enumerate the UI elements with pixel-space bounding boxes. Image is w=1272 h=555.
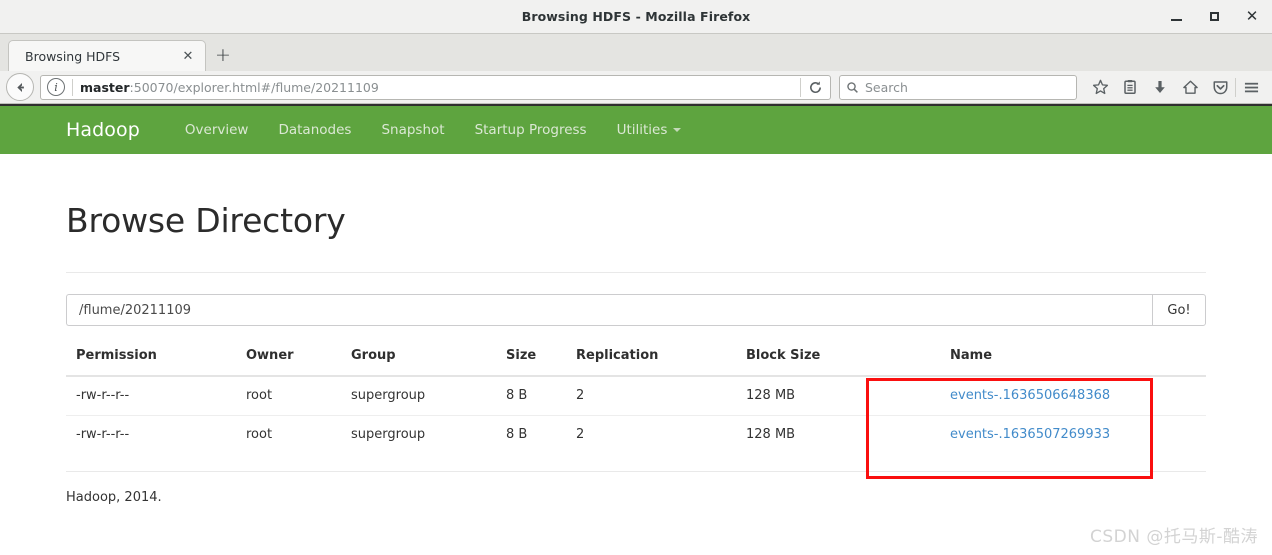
reload-button[interactable]	[802, 75, 828, 100]
header-name: Name	[904, 348, 1206, 377]
bookmark-star-icon[interactable]	[1085, 74, 1115, 100]
cell-block-size: 128 MB	[746, 376, 904, 416]
nav-item-overview[interactable]: Overview	[170, 122, 264, 138]
search-input[interactable]: Search	[865, 80, 908, 95]
page-info-icon[interactable]: i	[47, 78, 65, 96]
file-link[interactable]: events-.1636507269933	[950, 427, 1110, 442]
url-path: :50070/explorer.html#/flume/20211109	[129, 79, 379, 95]
cell-size: 8 B	[506, 376, 576, 416]
nav-item-utilities[interactable]: Utilities	[602, 122, 697, 138]
file-link[interactable]: events-.1636506648368	[950, 388, 1110, 403]
new-tab-button[interactable]: +	[206, 40, 240, 71]
file-table-wrapper: Permission Owner Group Size Replication …	[66, 348, 1206, 479]
title-bar: Browsing HDFS - Mozilla Firefox ✕	[0, 0, 1272, 34]
search-icon	[847, 81, 858, 93]
cell-size: 8 B	[506, 427, 528, 442]
home-icon[interactable]	[1175, 74, 1205, 100]
table-body: -rw-r--r-- root supergroup 8 B 2 128 MB …	[66, 376, 1206, 454]
csdn-watermark: CSDN @托马斯-酷涛	[1089, 527, 1258, 547]
cell-replication: 2	[576, 427, 585, 442]
header-group: Group	[351, 348, 506, 377]
cell-permission: -rw-r--r--	[66, 376, 246, 416]
window-title: Browsing HDFS - Mozilla Firefox	[521, 9, 751, 24]
nav-item-label: Snapshot	[381, 122, 445, 138]
header-block-size: Block Size	[746, 348, 904, 377]
cell-group: supergroup	[351, 376, 506, 416]
title-divider	[66, 272, 1206, 273]
minimize-button[interactable]	[1164, 5, 1188, 29]
cell-group: supergroup	[351, 427, 426, 442]
pocket-icon[interactable]	[1205, 74, 1235, 100]
nav-item-label: Utilities	[616, 122, 668, 138]
nav-item-datanodes[interactable]: Datanodes	[263, 122, 366, 138]
maximize-button[interactable]	[1202, 5, 1226, 29]
footer-text: Hadoop, 2014.	[66, 490, 162, 505]
tab-label: Browsing HDFS	[25, 48, 121, 64]
directory-path-input[interactable]: /flume/20211109	[66, 294, 1152, 326]
back-button[interactable]	[6, 73, 34, 101]
cell-name: events-.1636507269933	[904, 416, 1206, 455]
tab-browsing-hdfs[interactable]: Browsing HDFS ✕	[8, 40, 206, 71]
header-replication: Replication	[576, 348, 746, 377]
hadoop-navbar: Hadoop Overview Datanodes Snapshot Start…	[0, 104, 1272, 154]
browser-toolbar: i master:50070/explorer.html#/flume/2021…	[0, 71, 1272, 104]
header-size: Size	[506, 348, 576, 377]
cell-owner: root	[246, 376, 351, 416]
window-controls: ✕	[1164, 0, 1264, 33]
table-row[interactable]: -rw-r--r-- root supergroup 8 B 2 128 MB …	[66, 416, 1206, 455]
nav-item-label: Startup Progress	[474, 122, 587, 138]
go-button[interactable]: Go!	[1152, 294, 1206, 326]
toolbar-icon-group	[1085, 74, 1266, 100]
tab-strip: Browsing HDFS ✕ +	[0, 34, 1272, 71]
nav-item-snapshot[interactable]: Snapshot	[366, 122, 459, 138]
nav-item-startup-progress[interactable]: Startup Progress	[460, 122, 602, 138]
url-text: master:50070/explorer.html#/flume/202111…	[80, 80, 800, 95]
header-owner: Owner	[246, 348, 351, 377]
cell-permission: -rw-r--r--	[76, 427, 130, 442]
downloads-icon[interactable]	[1145, 74, 1175, 100]
hadoop-nav-items: Overview Datanodes Snapshot Startup Prog…	[170, 122, 696, 138]
search-bar[interactable]: Search	[839, 74, 1077, 100]
reload-divider	[800, 77, 801, 97]
menu-hamburger-icon[interactable]	[1236, 74, 1266, 100]
footer-divider	[66, 471, 1206, 472]
cell-block-size: 128 MB	[746, 427, 796, 442]
header-permission: Permission	[66, 348, 246, 377]
close-tab-icon[interactable]: ✕	[179, 50, 197, 63]
close-window-button[interactable]: ✕	[1240, 5, 1264, 29]
page-title: Browse Directory	[66, 201, 346, 240]
chevron-down-icon	[673, 128, 682, 132]
url-bar[interactable]: i master:50070/explorer.html#/flume/2021…	[40, 74, 831, 100]
cell-name: events-.1636506648368	[904, 376, 1206, 416]
browser-window: Browsing HDFS - Mozilla Firefox ✕ Browsi…	[0, 0, 1272, 555]
table-header-row: Permission Owner Group Size Replication …	[66, 348, 1206, 377]
nav-item-label: Overview	[184, 122, 249, 138]
url-divider	[72, 78, 73, 96]
table-head: Permission Owner Group Size Replication …	[66, 348, 1206, 377]
page-content: Browse Directory /flume/20211109 Go! Per…	[0, 201, 1272, 505]
nav-item-label: Datanodes	[278, 122, 352, 138]
cell-owner: root	[246, 427, 273, 442]
url-host: master	[80, 79, 130, 95]
file-listing-table: Permission Owner Group Size Replication …	[66, 348, 1206, 454]
hadoop-brand[interactable]: Hadoop	[66, 119, 140, 141]
path-form: /flume/20211109 Go!	[66, 294, 1206, 326]
library-icon[interactable]	[1115, 74, 1145, 100]
cell-replication: 2	[576, 376, 746, 416]
table-row[interactable]: -rw-r--r-- root supergroup 8 B 2 128 MB …	[66, 376, 1206, 416]
